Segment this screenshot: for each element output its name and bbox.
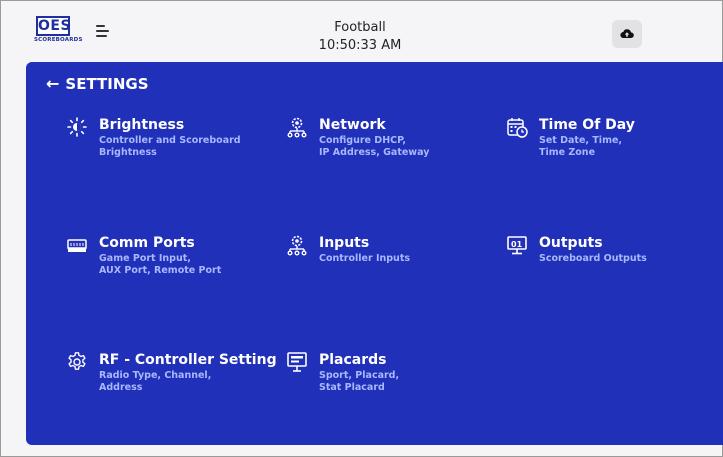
setting-description: Set Date, Time, Time Zone xyxy=(539,135,623,158)
comm-port-icon xyxy=(67,239,87,252)
network-icon xyxy=(287,117,307,138)
logo-subtext: SCOREBOARDS xyxy=(34,37,83,43)
setting-description: Configure DHCP, IP Address, Gateway xyxy=(319,135,430,158)
setting-description: Controller Inputs xyxy=(319,253,411,264)
calendar-clock-icon xyxy=(507,118,528,138)
setting-label: Inputs xyxy=(319,235,370,251)
logo-text: OES xyxy=(36,16,72,36)
setting-description: Scoreboard Outputs xyxy=(539,253,647,264)
oes-logo: OES SCOREBOARDS xyxy=(34,15,82,45)
back-button[interactable]: ← SETTINGS xyxy=(46,74,149,94)
setting-description: Radio Type, Channel, Address xyxy=(99,370,212,393)
scoreboard-output-icon: 01 xyxy=(507,236,527,255)
setting-label: Placards xyxy=(319,352,387,368)
setting-label: RF - Controller Setting xyxy=(99,352,277,368)
settings-heading: SETTINGS xyxy=(65,75,149,93)
cloud-upload-icon xyxy=(620,29,634,39)
setting-description: Controller and Scoreboard Brightness xyxy=(99,135,241,158)
placard-icon xyxy=(287,352,307,372)
brightness-icon xyxy=(67,117,87,137)
menu-icon[interactable] xyxy=(96,24,110,38)
setting-label: Time Of Day xyxy=(539,117,635,133)
back-arrow-icon: ← xyxy=(46,74,60,93)
setting-label: Network xyxy=(319,117,386,133)
setting-label: Comm Ports xyxy=(99,235,195,251)
gear-icon xyxy=(68,352,86,370)
inputs-icon xyxy=(287,235,307,256)
setting-label: Outputs xyxy=(539,235,603,251)
setting-description: Sport, Placard, Stat Placard xyxy=(319,370,400,393)
sport-title: Football xyxy=(334,20,386,35)
cloud-upload-button[interactable] xyxy=(612,20,642,48)
svg-text:01: 01 xyxy=(511,240,523,249)
clock-time: 10:50:33 AM xyxy=(318,38,402,53)
setting-description: Game Port Input, AUX Port, Remote Port xyxy=(99,253,222,276)
setting-label: Brightness xyxy=(99,117,185,133)
